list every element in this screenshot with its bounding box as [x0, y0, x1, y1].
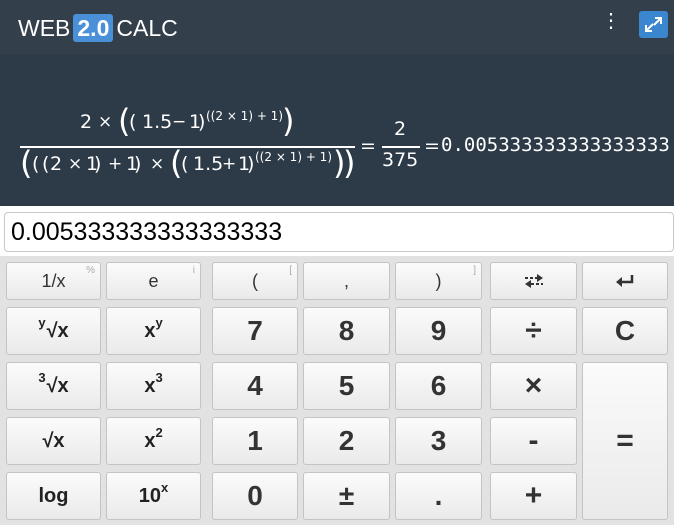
num-close-paren: ) [282, 102, 295, 140]
expand-button[interactable] [639, 11, 668, 38]
num-times: × [98, 112, 113, 132]
divide-key[interactable]: ÷ [490, 307, 577, 355]
calculator-app: WEB 2.0 CALC ⋮ 2 × ( ( 1.5 − 1 ) ((2 × 1… [0, 0, 674, 525]
equals-sign-a: = [360, 135, 376, 157]
plus-key[interactable]: + [490, 472, 577, 520]
den-times-b: × [150, 154, 165, 174]
comma-label: , [343, 270, 349, 291]
minus-key[interactable]: - [490, 417, 577, 465]
den-close-paren: ) [343, 144, 356, 182]
menu-button[interactable]: ⋮ [600, 10, 622, 32]
logo-web: WEB [18, 14, 71, 41]
fraction-denominator: 375 [382, 149, 419, 171]
swap-arrows-icon [524, 274, 543, 288]
expand-icon [645, 17, 662, 32]
euler-key[interactable]: e i [106, 262, 201, 300]
open-paren-label: ( [252, 270, 258, 291]
return-key[interactable] [582, 262, 668, 300]
num-two: 2 [80, 111, 93, 133]
plus-minus-key[interactable]: ± [303, 472, 390, 520]
multiply-key[interactable]: × [490, 362, 577, 410]
power-y-exponent: y [155, 314, 163, 330]
num-inner-close-paren: ) [198, 111, 206, 133]
result-display: 2 × ( ( 1.5 − 1 ) ((2 × 1) + 1) ) ( ( ( … [0, 54, 674, 206]
square-exponent: 2 [155, 424, 163, 440]
fraction-bar [20, 146, 355, 148]
reciprocal-label: 1/x [41, 270, 66, 291]
euler-label: e [148, 270, 159, 291]
den-paren-a: ( [32, 153, 40, 175]
comma-key[interactable]: , [303, 262, 390, 300]
power-y-key[interactable]: x y [106, 307, 201, 355]
den-paren-b: ( [42, 153, 50, 175]
cube-root-key[interactable]: 3 √x [6, 362, 101, 410]
keypad: 1/x % e i ( [ , ) ] y √x x y 7 8 9 ÷ C 3… [0, 256, 674, 525]
header-bar: WEB 2.0 CALC ⋮ [0, 0, 674, 54]
return-arrow-icon [616, 275, 634, 287]
open-paren-key[interactable]: ( [ [212, 262, 298, 300]
cube-base: x [144, 374, 156, 397]
cube-exponent: 3 [155, 369, 163, 385]
equals-key[interactable]: = [582, 362, 668, 520]
digit-5-key[interactable]: 5 [303, 362, 390, 410]
ten-power-key[interactable]: 10 x [106, 472, 201, 520]
nth-root-index: y [38, 314, 46, 330]
den-base-1-5: 1.5 [193, 153, 224, 175]
den-close-a: ) [94, 153, 102, 175]
close-paren-key[interactable]: ) ] [395, 262, 482, 300]
den-close-b: ) [134, 153, 142, 175]
digit-1-key[interactable]: 1 [212, 417, 298, 465]
den-two: 2 [50, 153, 63, 175]
square-base: x [144, 429, 156, 452]
equals-sign-b: = [424, 135, 440, 157]
square-root-key[interactable]: √x [6, 417, 101, 465]
digit-8-key[interactable]: 8 [303, 307, 390, 355]
reciprocal-key[interactable]: 1/x % [6, 262, 101, 300]
den-plus-a: + [108, 154, 123, 174]
num-inner-open-paren: ( [129, 111, 137, 133]
num-exponent: ((2 × 1) + 1) [206, 109, 283, 123]
cube-root-index: 3 [38, 369, 46, 385]
imaginary-hint: i [192, 265, 195, 276]
den-exponent: ((2 × 1) + 1) [255, 150, 332, 164]
digit-7-key[interactable]: 7 [212, 307, 298, 355]
nth-root-key[interactable]: y √x [6, 307, 101, 355]
logo-version-badge: 2.0 [73, 14, 114, 42]
nth-root-label: √x [46, 319, 69, 342]
den-open-paren: ( [20, 144, 33, 182]
cube-root-label: √x [46, 374, 69, 397]
ten-power-exponent: x [161, 479, 169, 495]
den-close-c: ) [247, 153, 255, 175]
digit-0-key[interactable]: 0 [212, 472, 298, 520]
kebab-menu-icon: ⋮ [601, 10, 621, 32]
expression-input[interactable]: 0.005333333333333333 [4, 212, 674, 252]
digit-6-key[interactable]: 6 [395, 362, 482, 410]
digit-4-key[interactable]: 4 [212, 362, 298, 410]
close-bracket-hint: ] [473, 265, 476, 276]
power-y-base: x [144, 319, 156, 342]
num-minus: − [172, 112, 187, 132]
fraction-numerator: 2 [394, 118, 407, 140]
swap-key[interactable] [490, 262, 577, 300]
simplified-fraction-bar [382, 146, 420, 148]
percent-hint: % [86, 265, 95, 276]
decimal-point-key[interactable]: . [395, 472, 482, 520]
cube-key[interactable]: x 3 [106, 362, 201, 410]
digit-3-key[interactable]: 3 [395, 417, 482, 465]
clear-key[interactable]: C [582, 307, 668, 355]
den-paren-c: ( [181, 153, 189, 175]
close-paren-label: ) [435, 270, 442, 291]
den-plus-b: + [222, 154, 237, 174]
app-logo: WEB 2.0 CALC [18, 14, 178, 42]
digit-2-key[interactable]: 2 [303, 417, 390, 465]
open-bracket-hint: [ [289, 265, 292, 276]
square-key[interactable]: x 2 [106, 417, 201, 465]
decimal-result: 0.005333333333333333 [441, 134, 670, 156]
num-base-1-5: 1.5 [142, 111, 173, 133]
logo-calc: CALC [116, 14, 178, 41]
den-times-a: × [68, 154, 83, 174]
log-key[interactable]: log [6, 472, 101, 520]
ten-power-base: 10 [138, 484, 161, 507]
digit-9-key[interactable]: 9 [395, 307, 482, 355]
